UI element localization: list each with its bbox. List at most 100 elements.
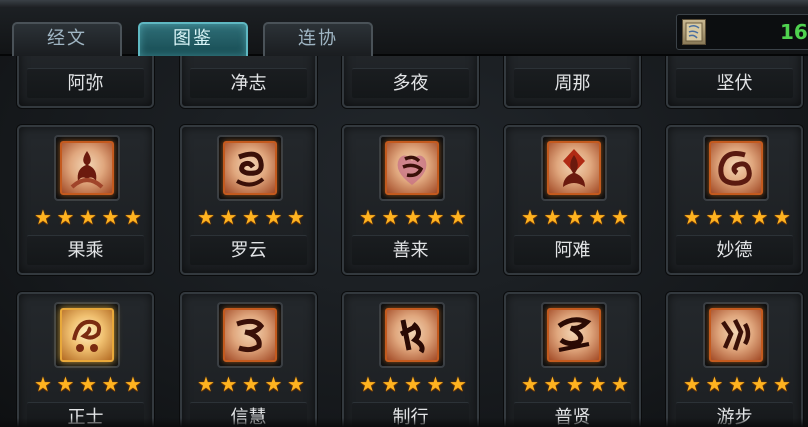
tab-jingwen[interactable]: 经文	[12, 22, 122, 56]
star-icon: ★	[683, 372, 701, 396]
star-icon: ★	[728, 372, 746, 396]
card-name-plate: 多夜	[352, 68, 469, 98]
star-rating: ★ ★ ★ ★ ★	[33, 207, 143, 227]
star-rating: ★ ★ ★ ★ ★	[682, 374, 792, 394]
card-name: 净志	[230, 73, 267, 94]
glyph-sigil-icon	[385, 308, 439, 362]
star-icon: ★	[101, 205, 120, 229]
star-icon: ★	[543, 372, 562, 396]
collection-card[interactable]: ★ ★ ★ ★ ★ 信慧	[180, 292, 317, 427]
claw-sigil-icon	[709, 308, 763, 362]
card-name: 罗云	[230, 240, 267, 261]
flame-sigil-icon	[60, 141, 114, 195]
star-icon: ★	[124, 205, 142, 229]
star-icon: ★	[242, 372, 260, 396]
card-name-plate: 罗云	[190, 235, 307, 265]
collection-screen: 阿弥 净志 多夜 周那 坚伏 ★ ★ ★ ★ ★ 果乘 ★ ★ ★ ★ ★ 罗云 ★ ★ ★ ★ ★ 善来 ★ ★ ★ ★ ★ 阿难 ★ ★…	[0, 0, 808, 427]
card-name: 善来	[392, 240, 429, 261]
collection-card[interactable]: ★ ★ ★ ★ ★ 游步	[666, 292, 803, 427]
serpent-sigil-icon	[223, 308, 277, 362]
star-icon: ★	[56, 205, 75, 229]
star-icon: ★	[521, 372, 539, 396]
star-icon: ★	[56, 372, 75, 396]
star-icon: ★	[79, 205, 97, 229]
star-icon: ★	[381, 205, 400, 229]
star-icon: ★	[449, 372, 467, 396]
collection-card[interactable]: ★ ★ ★ ★ ★ 阿难	[504, 125, 641, 275]
star-icon: ★	[287, 372, 305, 396]
card-icon-frame	[217, 135, 283, 201]
collection-card[interactable]: ★ ★ ★ ★ ★ 罗云	[180, 125, 317, 275]
star-icon: ★	[34, 372, 52, 396]
collection-card[interactable]: ★ ★ ★ ★ ★ 正士	[17, 292, 154, 427]
star-icon: ★	[566, 372, 584, 396]
star-icon: ★	[543, 205, 562, 229]
star-icon: ★	[264, 372, 283, 396]
card-icon-frame	[379, 135, 445, 201]
card-name-plate: 善来	[352, 235, 469, 265]
star-icon: ★	[588, 205, 607, 229]
star-icon: ★	[750, 372, 769, 396]
star-icon: ★	[750, 205, 769, 229]
star-rating: ★ ★ ★ ★ ★	[520, 374, 630, 394]
card-icon-frame	[54, 135, 120, 201]
top-bar-rim	[0, 0, 808, 8]
card-icon-frame	[703, 135, 769, 201]
bottom-shade	[0, 418, 808, 427]
card-icon-frame	[703, 302, 769, 368]
star-icon: ★	[705, 372, 724, 396]
beast-sigil-icon	[60, 308, 114, 362]
collection-card[interactable]: ★ ★ ★ ★ ★ 制行	[342, 292, 479, 427]
collection-card[interactable]: ★ ★ ★ ★ ★ 普贤	[504, 292, 641, 427]
spiral-sigil-icon	[709, 141, 763, 195]
card-name-plate: 净志	[190, 68, 307, 98]
star-rating: ★ ★ ★ ★ ★	[520, 207, 630, 227]
star-icon: ★	[683, 205, 701, 229]
resource-value: 162	[780, 20, 808, 44]
star-icon: ★	[34, 205, 52, 229]
star-icon: ★	[773, 372, 791, 396]
star-icon: ★	[521, 205, 539, 229]
collection-card[interactable]: ★ ★ ★ ★ ★ 妙德	[666, 125, 803, 275]
star-rating: ★ ★ ★ ★ ★	[358, 374, 468, 394]
collection-card[interactable]: ★ ★ ★ ★ ★ 果乘	[17, 125, 154, 275]
star-icon: ★	[381, 372, 400, 396]
star-icon: ★	[287, 205, 305, 229]
card-icon-frame	[217, 302, 283, 368]
tab-tujian[interactable]: 图鉴	[138, 22, 248, 56]
star-icon: ★	[219, 205, 238, 229]
card-name: 阿难	[554, 240, 591, 261]
star-icon: ★	[242, 205, 260, 229]
tab-lianxie[interactable]: 连协	[263, 22, 373, 56]
star-icon: ★	[219, 372, 238, 396]
card-icon-frame	[541, 135, 607, 201]
star-icon: ★	[197, 372, 215, 396]
star-icon: ★	[404, 205, 422, 229]
star-icon: ★	[449, 205, 467, 229]
card-name: 周那	[554, 73, 591, 94]
heart-sigil-icon	[385, 141, 439, 195]
collection-card[interactable]: ★ ★ ★ ★ ★ 善来	[342, 125, 479, 275]
star-icon: ★	[611, 205, 629, 229]
star-icon: ★	[101, 372, 120, 396]
scroll-icon	[682, 19, 706, 45]
card-icon-frame	[54, 302, 120, 368]
card-name: 坚伏	[716, 73, 753, 94]
star-icon: ★	[124, 372, 142, 396]
star-rating: ★ ★ ★ ★ ★	[682, 207, 792, 227]
card-icon-frame	[379, 302, 445, 368]
card-name: 果乘	[67, 240, 104, 261]
card-name-plate: 周那	[514, 68, 631, 98]
star-icon: ★	[705, 205, 724, 229]
star-icon: ★	[264, 205, 283, 229]
swirl-sigil-icon	[223, 141, 277, 195]
card-name-plate: 妙德	[676, 235, 793, 265]
star-icon: ★	[426, 372, 445, 396]
star-icon: ★	[404, 372, 422, 396]
card-grid: 阿弥 净志 多夜 周那 坚伏 ★ ★ ★ ★ ★ 果乘 ★ ★ ★ ★ ★ 罗云 ★ ★ ★ ★ ★ 善来 ★ ★ ★ ★ ★ 阿难 ★ ★…	[0, 0, 808, 427]
card-name-plate: 果乘	[27, 235, 144, 265]
star-icon: ★	[359, 205, 377, 229]
top-bar: 经文 图鉴 连协 162	[0, 0, 808, 56]
star-icon: ★	[588, 372, 607, 396]
star-rating: ★ ★ ★ ★ ★	[33, 374, 143, 394]
